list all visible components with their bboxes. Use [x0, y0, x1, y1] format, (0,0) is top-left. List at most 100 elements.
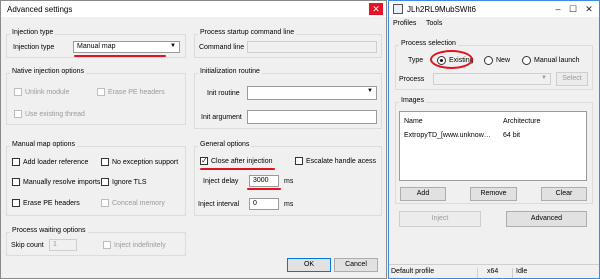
unlink-module-checkbox[interactable]: Unlink module [14, 88, 69, 96]
checkbox-label: No exception support [112, 158, 179, 166]
clear-images-button[interactable]: Clear [541, 187, 587, 201]
select-process-button[interactable]: Select [556, 72, 588, 86]
checkbox-icon [97, 88, 105, 96]
checkbox-icon [12, 178, 20, 186]
status-arch: x64 [487, 268, 499, 275]
escalate-handle-access-checkbox[interactable]: Escalate handle acess [295, 157, 376, 165]
init-routine-label: Init routine [207, 90, 240, 97]
group-title: Images [399, 97, 426, 104]
app-icon [393, 4, 403, 14]
inject-interval-unit: ms [284, 201, 294, 208]
close-after-injection-checkbox[interactable]: Close after injection [200, 156, 273, 165]
checkbox-label: Unlink module [25, 88, 70, 96]
checkbox-icon [14, 110, 22, 118]
group-title: General options [198, 141, 252, 148]
radio-label: New [496, 57, 511, 64]
checkbox-label: Erase PE headers [108, 88, 165, 96]
main-title: JLh2RL9MubSWlt6 [407, 5, 476, 14]
image-name-cell: ExtropyTD_[www.unknow… [404, 132, 491, 139]
ignore-tls-checkbox[interactable]: Ignore TLS [101, 178, 147, 186]
group-title: Process waiting options [10, 227, 88, 234]
checkbox-label: Conceal memory [112, 199, 165, 207]
init-argument-label: Init argument [201, 114, 242, 121]
inject-button[interactable]: Inject [399, 211, 481, 227]
checkbox-icon [12, 199, 20, 207]
init-routine-select[interactable]: ▼ [247, 86, 377, 100]
inject-interval-label: Inject interval [198, 201, 240, 208]
inject-delay-label: Inject delay [203, 178, 239, 185]
images-list[interactable]: Name Architecture ExtropyTD_[www.unknow…… [399, 111, 587, 181]
image-arch-cell: 64 bit [503, 132, 521, 139]
radio-new[interactable]: New [484, 56, 510, 65]
checkbox-label: Manually resolve imports [23, 178, 101, 186]
no-exception-support-checkbox[interactable]: No exception support [101, 158, 178, 166]
group-title: Manual map options [10, 141, 78, 148]
close-icon[interactable]: ✕ [582, 3, 596, 15]
injection-type-value: Manual map [77, 43, 116, 50]
checkbox-icon [101, 158, 109, 166]
checkbox-icon [12, 158, 20, 166]
process-select[interactable]: ▼ [433, 73, 551, 85]
group-title: Process startup command line [198, 29, 297, 36]
command-line-label: Command line [199, 44, 245, 51]
checkbox-label: Ignore TLS [112, 178, 147, 186]
checkbox-label: Inject indefinitely [114, 241, 166, 249]
inject-interval-input[interactable]: 0 [249, 198, 279, 210]
checkbox-label: Escalate handle acess [306, 157, 377, 165]
radio-icon [522, 56, 531, 65]
close-icon[interactable]: ✕ [369, 3, 383, 15]
inject-delay-input[interactable]: 3000 [249, 175, 279, 187]
checkbox-label: Use existing thread [25, 110, 85, 118]
injection-type-select[interactable]: Manual map ▼ [73, 41, 180, 53]
red-circle-highlight [430, 50, 473, 69]
cancel-button[interactable]: Cancel [334, 258, 378, 272]
advanced-button[interactable]: Advanced [506, 211, 587, 227]
radio-manual-launch[interactable]: Manual launch [522, 56, 580, 65]
add-loader-reference-checkbox[interactable]: Add loader reference [12, 158, 88, 166]
remove-image-button[interactable]: Remove [470, 187, 517, 201]
minimize-icon[interactable]: – [551, 3, 565, 15]
checkbox-icon [103, 241, 111, 249]
checkbox-label: Add loader reference [23, 158, 89, 166]
checkbox-icon [101, 199, 109, 207]
checkbox-label: Close after injection [211, 157, 273, 165]
chevron-down-icon: ▼ [541, 75, 547, 81]
radio-label: Manual launch [534, 57, 580, 64]
column-header-name[interactable]: Name [404, 118, 423, 125]
table-row[interactable]: ExtropyTD_[www.unknow… 64 bit [400, 130, 586, 141]
main-titlebar: JLh2RL9MubSWlt6 – ☐ ✕ [389, 1, 599, 17]
group-title: Initialization routine [198, 68, 262, 75]
inject-indefinitely-checkbox[interactable]: Inject indefinitely [103, 241, 166, 249]
add-image-button[interactable]: Add [400, 187, 446, 201]
inject-delay-unit: ms [284, 178, 294, 185]
status-divider [512, 268, 513, 278]
erase-pe-headers-checkbox[interactable]: Erase PE headers [12, 199, 80, 207]
checkbox-icon [14, 88, 22, 96]
use-existing-thread-checkbox[interactable]: Use existing thread [14, 110, 85, 118]
chevron-down-icon: ▼ [170, 43, 176, 49]
column-header-architecture[interactable]: Architecture [503, 118, 540, 125]
process-label: Process [399, 76, 425, 83]
group-title: Injection type [10, 29, 56, 36]
command-line-input[interactable] [247, 41, 377, 53]
init-argument-input[interactable] [247, 110, 377, 124]
status-state: Idle [516, 268, 528, 275]
radio-icon [484, 56, 493, 65]
maximize-icon[interactable]: ☐ [566, 3, 580, 15]
erase-pe-headers-native-checkbox[interactable]: Erase PE headers [97, 88, 165, 96]
checkbox-icon [295, 157, 303, 165]
skip-count-label: Skip count [11, 242, 44, 249]
manually-resolve-imports-checkbox[interactable]: Manually resolve imports [12, 178, 100, 186]
menu-profiles[interactable]: Profiles [393, 20, 416, 27]
red-underline [74, 55, 166, 57]
menu-bar: Profiles Tools [389, 18, 599, 30]
red-underline [200, 168, 275, 170]
group-title: Process selection [399, 40, 458, 47]
group-title: Native injection options [10, 68, 86, 75]
conceal-memory-checkbox[interactable]: Conceal memory [101, 199, 165, 207]
status-bar: Default profile x64 Idle [389, 264, 599, 278]
ok-button[interactable]: OK [287, 258, 331, 272]
status-divider [477, 268, 478, 278]
menu-tools[interactable]: Tools [426, 20, 442, 27]
skip-count-input[interactable]: 1 [49, 239, 77, 251]
